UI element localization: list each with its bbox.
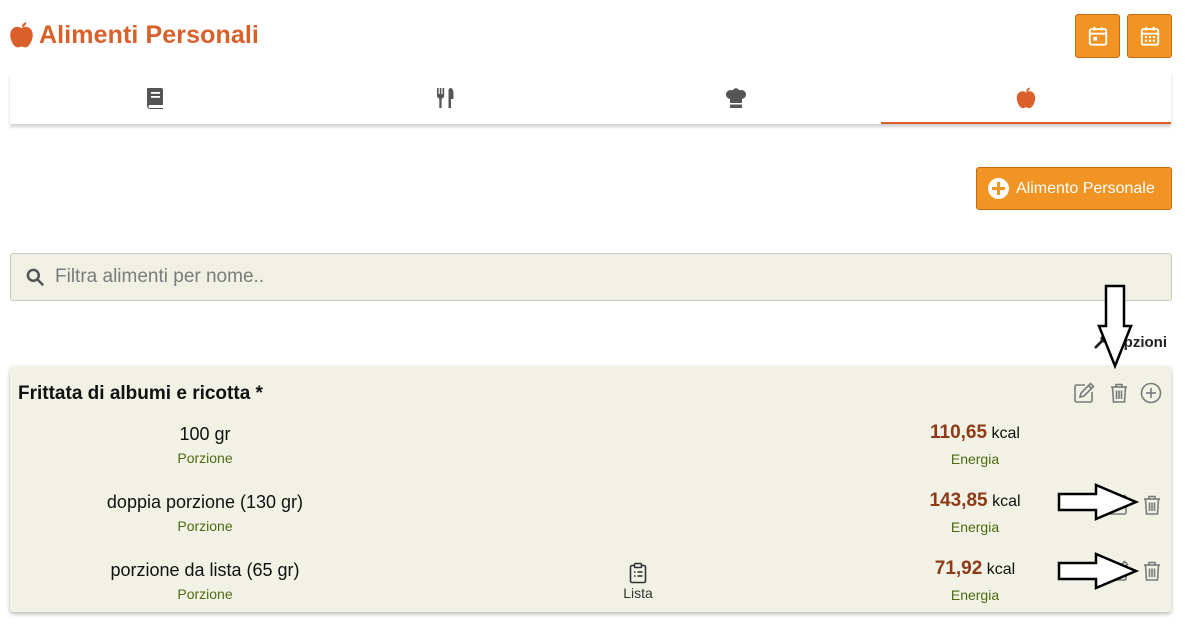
clipboard-list-icon <box>629 562 647 584</box>
book-icon <box>147 88 164 109</box>
options-button[interactable]: Opzioni <box>1093 334 1167 351</box>
portion-caption: Porzione <box>177 586 233 602</box>
portion-caption: Porzione <box>177 518 233 534</box>
energy-value: 143,85 <box>929 490 988 511</box>
tab-foods[interactable] <box>300 72 590 124</box>
add-portion-button[interactable] <box>1138 380 1164 406</box>
energy-caption: Energia <box>950 519 1000 535</box>
energy-value-wrap: 143,85 kcal <box>865 490 1085 512</box>
edit-portion-button[interactable] <box>1105 492 1131 518</box>
food-card: Frittata di albumi e ricotta * 100 gr Po… <box>10 366 1171 612</box>
search-icon <box>26 268 44 286</box>
energy-unit: kcal <box>992 493 1021 510</box>
portion-row: doppia porzione (130 gr) Porzione 143,85… <box>10 490 1171 552</box>
trash-icon <box>1144 561 1160 581</box>
apple-icon <box>1016 87 1036 109</box>
chef-hat-icon <box>725 88 746 108</box>
edit-food-button[interactable] <box>1071 380 1097 406</box>
tab-diary[interactable] <box>10 72 300 124</box>
plus-circle-icon <box>1140 382 1162 404</box>
calendar-day-button[interactable] <box>1075 14 1120 58</box>
portion-caption: Porzione <box>177 450 233 466</box>
portion-row: 100 gr Porzione 110,65 kcal Energia <box>10 422 1171 484</box>
calendar-day-icon <box>1088 26 1107 46</box>
energy-value-wrap: 71,92 kcal <box>865 558 1085 580</box>
portion-row: porzione da lista (65 gr) Porzione Lista… <box>10 558 1171 620</box>
tab-recipes[interactable] <box>591 72 881 124</box>
page-title-wrap: Alimenti Personali <box>8 20 259 50</box>
energy-value: 110,65 <box>930 422 988 443</box>
search-input[interactable] <box>55 266 1145 288</box>
edit-icon <box>1108 560 1129 581</box>
energy-caption: Energia <box>950 587 1000 603</box>
tab-bar <box>10 72 1172 124</box>
edit-portion-button[interactable] <box>1105 558 1131 584</box>
wrench-icon <box>1094 334 1109 349</box>
calendar-week-button[interactable] <box>1127 14 1172 58</box>
energy-value-wrap: 110,65 kcal <box>865 422 1085 444</box>
options-label: Opzioni <box>1112 334 1167 351</box>
shopping-list-label: Lista <box>623 585 653 601</box>
energy-unit: kcal <box>991 425 1020 442</box>
trash-icon <box>1111 383 1127 403</box>
edit-icon <box>1108 494 1129 515</box>
utensils-icon <box>437 88 454 108</box>
energy-caption: Energia <box>950 451 1000 467</box>
portion-name: doppia porzione (130 gr) <box>106 492 304 512</box>
search-bar <box>10 253 1172 301</box>
portion-name: porzione da lista (65 gr) <box>110 560 300 580</box>
add-personal-food-button[interactable]: Alimento Personale <box>976 167 1172 210</box>
shopping-list-button[interactable]: Lista <box>608 562 668 601</box>
plus-circle-icon <box>988 178 1009 199</box>
tab-personal-foods[interactable] <box>880 72 1172 124</box>
page-title: Alimenti Personali <box>39 20 259 49</box>
add-personal-food-label: Alimento Personale <box>1016 179 1155 197</box>
app-header: Alimenti Personali <box>0 0 1185 72</box>
delete-portion-button[interactable] <box>1139 558 1165 584</box>
calendar-week-icon <box>1140 26 1159 46</box>
delete-portion-button[interactable] <box>1139 492 1165 518</box>
energy-value: 71,92 <box>934 558 983 579</box>
portion-name: 100 gr <box>179 424 231 444</box>
food-title: Frittata di albumi e ricotta * <box>18 383 263 404</box>
trash-icon <box>1144 495 1160 515</box>
apple-icon <box>10 22 33 48</box>
energy-unit: kcal <box>986 561 1016 578</box>
edit-icon <box>1074 382 1095 403</box>
delete-food-button[interactable] <box>1106 380 1132 406</box>
